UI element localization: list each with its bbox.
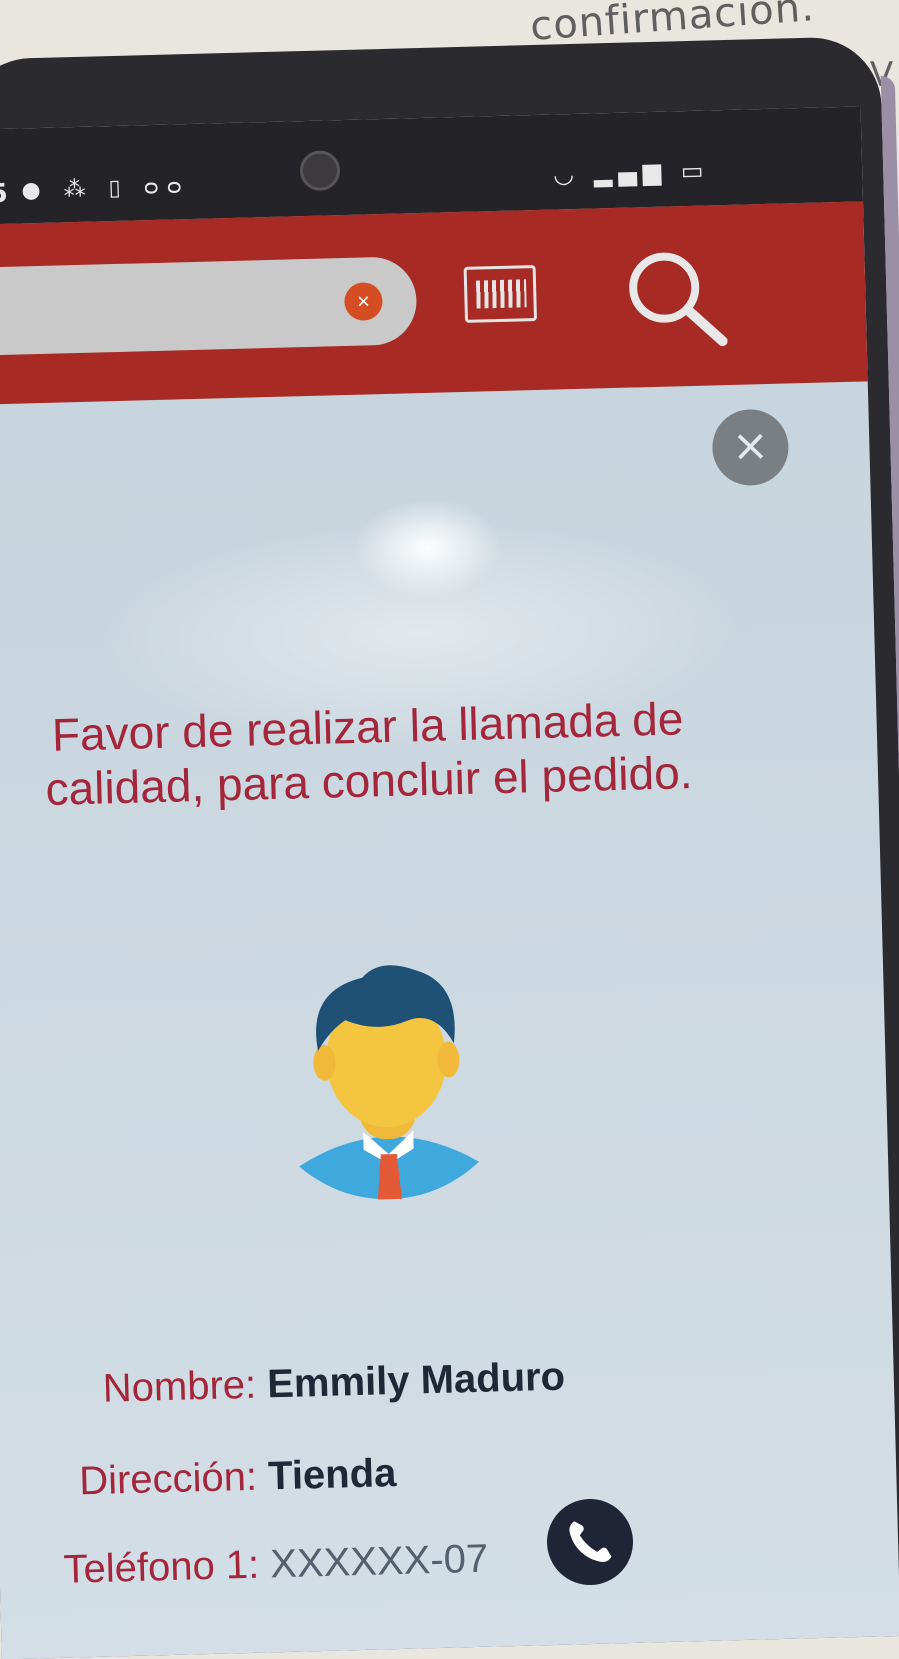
app-header: × bbox=[0, 201, 868, 405]
barcode-icon bbox=[475, 279, 527, 309]
phone-device: 25 ● ⁂ ▯ ᴑᴑ ◡ ▂▄▆ ▭ × × Favor de realiza… bbox=[0, 35, 899, 1659]
address-value: Tienda bbox=[267, 1451, 397, 1499]
status-time: 25 bbox=[0, 178, 9, 210]
system-icons: ◡ ▂▄▆ ▭ bbox=[553, 156, 710, 188]
search-icon[interactable] bbox=[620, 243, 733, 356]
phone-screen: 25 ● ⁂ ▯ ᴑᴑ ◡ ▂▄▆ ▭ × × Favor de realiza… bbox=[0, 106, 899, 1659]
address-label: Dirección: bbox=[78, 1454, 258, 1504]
phone-call-icon bbox=[569, 1521, 612, 1562]
voicemail-icon: ᴑᴑ bbox=[143, 174, 191, 201]
phone-label: Teléfono 1: bbox=[62, 1542, 260, 1592]
chat-icon: ● bbox=[21, 177, 49, 204]
address-row: Dirección: Tienda bbox=[79, 1451, 397, 1504]
network-icon: ⁂ bbox=[63, 176, 94, 203]
user-avatar-icon bbox=[299, 965, 480, 1200]
battery-icon: ▭ bbox=[680, 156, 710, 186]
phone-row: Teléfono 1: XXXXXX-07 bbox=[63, 1537, 489, 1593]
name-row: Nombre: Emmily Maduro bbox=[102, 1355, 565, 1412]
dialog-message: Favor de realizar la llamada de calidad,… bbox=[44, 692, 694, 815]
signal-icon: ▂▄▆ bbox=[593, 157, 668, 188]
notification-icons: ● ⁂ ▯ ᴑᴑ bbox=[21, 174, 190, 203]
name-value: Emmily Maduro bbox=[266, 1354, 566, 1407]
name-label: Nombre: bbox=[102, 1362, 257, 1411]
phone-icon: ▯ bbox=[108, 175, 130, 202]
call-button[interactable] bbox=[545, 1497, 635, 1587]
barcode-scan-button[interactable] bbox=[463, 265, 538, 323]
close-dialog-button[interactable]: × bbox=[711, 408, 790, 487]
front-camera bbox=[299, 150, 341, 192]
phone-value: XXXXXX-07 bbox=[269, 1536, 489, 1587]
wifi-icon: ◡ bbox=[552, 159, 581, 189]
